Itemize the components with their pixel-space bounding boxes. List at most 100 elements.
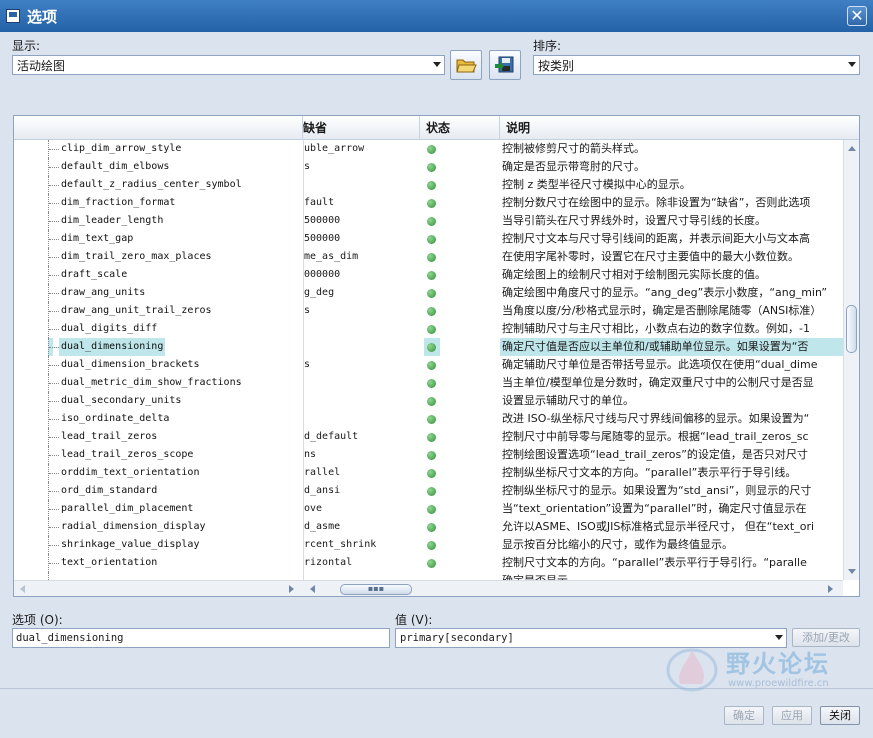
- option-name-cell[interactable]: dim_text_gap: [14, 230, 303, 248]
- status-cell: [420, 464, 500, 482]
- table-row[interactable]: draw_ang_units g_deg 确定绘图中角度尺寸的显示。“ang_deg…: [14, 284, 843, 302]
- default-value-cell: s: [303, 158, 420, 176]
- table-row[interactable]: text_orientation rizontal 控制尺寸文本的方向。“paral…: [14, 554, 843, 572]
- table-row[interactable]: shrinkage_value_display rcent_shrink 显示按百分…: [14, 536, 843, 554]
- horizontal-scroll-thumb[interactable]: ▪▪▪: [340, 584, 412, 595]
- option-name-cell[interactable]: clip_dim_arrow_style: [14, 140, 303, 158]
- tree-line: [48, 572, 53, 580]
- table-row[interactable]: dim_text_gap 500000 控制尺寸文本与尺寸导引线间的距离，并表示间距…: [14, 230, 843, 248]
- table-row[interactable]: dual_secondary_units 设置显示辅助尺寸的单位。: [14, 392, 843, 410]
- option-name-cell[interactable]: ord_dim_standard: [14, 482, 303, 500]
- table-row[interactable]: ord_dim_standard d_ansi 控制纵坐标尺寸的显示。如果设置为“s…: [14, 482, 843, 500]
- status-dot-icon: [427, 217, 436, 226]
- table-row[interactable]: lead_trail_zeros d_default 控制尺寸中前导零与尾随零的显示…: [14, 428, 843, 446]
- option-name-cell[interactable]: default_dim_elbows: [14, 158, 303, 176]
- status-cell: [420, 248, 500, 266]
- title-bar: 选项 ✕: [0, 0, 873, 32]
- option-name-cell[interactable]: text_orientation: [14, 554, 303, 572]
- column-header-status[interactable]: 状态: [420, 116, 500, 140]
- option-name-cell[interactable]: dim_trail_zero_max_places: [14, 248, 303, 266]
- option-name-cell[interactable]: orddim_text_orientation: [14, 464, 303, 482]
- description-cell: 确定绘图上的绘制尺寸相对于绘制图元实际长度的值。: [502, 268, 766, 281]
- table-row[interactable]: orddim_text_orientation rallel 控制纵坐标尺寸文本的方…: [14, 464, 843, 482]
- vertical-scrollbar[interactable]: [843, 140, 859, 580]
- option-name-cell[interactable]: dim_leader_length: [14, 212, 303, 230]
- table-row[interactable]: dual_metric_dim_show_fractions 当主单位/模型单位是…: [14, 374, 843, 392]
- option-name-cell[interactable]: draw_ang_units: [14, 284, 303, 302]
- scroll-right-icon[interactable]: [289, 585, 294, 593]
- table-row[interactable]: radial_dimension_display d_asme 允许以ASME、IS…: [14, 518, 843, 536]
- column-header-name[interactable]: [14, 116, 303, 140]
- table-row[interactable]: default_dim_elbows s 确定是否显示带弯肘的尺寸。: [14, 158, 843, 176]
- option-name-cell[interactable]: dual_digits_diff: [14, 320, 303, 338]
- option-input[interactable]: dual_dimensioning: [12, 628, 390, 648]
- option-name-cell[interactable]: dual_metric_dim_show_fractions: [14, 374, 303, 392]
- option-name: draw_ang_units: [61, 287, 146, 298]
- scroll-left-icon[interactable]: [310, 585, 315, 593]
- scroll-up-icon[interactable]: [848, 146, 856, 151]
- window-title: 选项: [27, 7, 58, 26]
- status-dot-icon: [427, 523, 436, 532]
- option-name-cell[interactable]: iso_ordinate_delta: [14, 410, 303, 428]
- close-button[interactable]: 关闭: [820, 706, 860, 725]
- scroll-right-icon[interactable]: [828, 585, 833, 593]
- close-window-button[interactable]: ✕: [847, 6, 867, 26]
- status-dot-icon: [427, 487, 436, 496]
- table-row[interactable]: dim_trail_zero_max_places me_as_dim 在使用字尾补…: [14, 248, 843, 266]
- column-header-description[interactable]: 说明: [500, 116, 859, 140]
- ok-button[interactable]: 确定: [724, 706, 764, 725]
- sort-select-value: 按类别: [538, 58, 575, 73]
- chevron-down-icon[interactable]: [848, 62, 856, 67]
- tree-line: [49, 149, 59, 150]
- option-name-cell[interactable]: radial_dimension_display: [14, 518, 303, 536]
- horizontal-scrollbar[interactable]: ▪▪▪: [14, 580, 843, 596]
- table-row[interactable]: default_z_radius_center_symbol 控制 z 类型半径尺…: [14, 176, 843, 194]
- table-row[interactable]: dual_dimension_brackets s 确定辅助尺寸单位是否带括号显示。…: [14, 356, 843, 374]
- table-row[interactable]: draw_ang_unit_trail_zeros s 当角度以度/分/秒格式显示时…: [14, 302, 843, 320]
- apply-button[interactable]: 应用: [772, 706, 812, 725]
- scroll-left-icon[interactable]: [20, 585, 25, 593]
- save-config-button[interactable]: [489, 50, 521, 80]
- table-row[interactable]: parallel_dim_placement ove 当“text_orientat…: [14, 500, 843, 518]
- option-name-cell[interactable]: draft_scale: [14, 266, 303, 284]
- chevron-down-icon[interactable]: [433, 62, 441, 67]
- option-name-cell[interactable]: dual_dimension_brackets: [14, 356, 303, 374]
- table-row[interactable]: dim_fraction_format fault 控制分数尺寸在绘图中的显示。除非…: [14, 194, 843, 212]
- sort-select[interactable]: 按类别: [533, 55, 860, 75]
- open-config-button[interactable]: [450, 50, 482, 80]
- scroll-down-icon[interactable]: [848, 569, 856, 574]
- vertical-scroll-thumb[interactable]: [846, 305, 857, 353]
- default-value-cell: [303, 392, 420, 410]
- table-row[interactable]: lead_trail_zeros_scope ns 控制绘图设置选项“lead_tr…: [14, 446, 843, 464]
- option-name-cell[interactable]: dim_fraction_format: [14, 194, 303, 212]
- status-dot-icon: [427, 325, 436, 334]
- default-value-cell: [303, 320, 420, 338]
- option-name-cell[interactable]: dual_dimensioning: [14, 338, 303, 356]
- status-cell: [420, 374, 500, 392]
- table-row[interactable]: clip_dim_arrow_style uble_arrow 控制被修剪尺寸的箭头…: [14, 140, 843, 158]
- option-name-cell[interactable]: dual_secondary_units: [14, 392, 303, 410]
- table-row[interactable]: iso_ordinate_delta 改进 ISO-纵坐标尺寸线与尺寸界线间偏移的…: [14, 410, 843, 428]
- table-row[interactable]: dim_leader_length 500000 当导引箭头在尺寸界线外时，设置尺寸…: [14, 212, 843, 230]
- option-name-cell[interactable]: shrinkage_value_display: [14, 536, 303, 554]
- table-row[interactable]: 确定是否显示…: [14, 572, 843, 580]
- option-name: default_z_radius_center_symbol: [61, 179, 242, 190]
- option-name-cell[interactable]: lead_trail_zeros_scope: [14, 446, 303, 464]
- option-name-cell[interactable]: draw_ang_unit_trail_zeros: [14, 302, 303, 320]
- table-row[interactable]: draft_scale 000000 确定绘图上的绘制尺寸相对于绘制图元实际长度的值…: [14, 266, 843, 284]
- option-name-cell[interactable]: lead_trail_zeros: [14, 428, 303, 446]
- option-name-cell[interactable]: default_z_radius_center_symbol: [14, 176, 303, 194]
- description-cell: 确定是否显示…: [500, 572, 843, 580]
- option-name-cell[interactable]: parallel_dim_placement: [14, 500, 303, 518]
- description-cell: 确定辅助尺寸单位是否带括号显示。此选项仅在使用“dual_dime: [502, 358, 818, 371]
- status-dot-icon: [427, 379, 436, 388]
- column-header-default[interactable]: 缺省: [303, 116, 420, 140]
- table-row[interactable]: dual_digits_diff 控制辅助尺寸与主尺寸相比，小数点右边的数字位数。…: [14, 320, 843, 338]
- tree-line: [49, 419, 59, 420]
- table-row-selected[interactable]: dual_dimensioning 确定尺寸值是否应以主单位和/或辅助单位显示。如…: [14, 338, 843, 356]
- status-cell: [420, 320, 500, 338]
- tree-line: [49, 545, 59, 546]
- description-cell: 控制分数尺寸在绘图中的显示。除非设置为“缺省”，否则此选项: [502, 196, 811, 209]
- display-select[interactable]: 活动绘图: [12, 55, 445, 75]
- option-name-cell[interactable]: [14, 572, 303, 580]
